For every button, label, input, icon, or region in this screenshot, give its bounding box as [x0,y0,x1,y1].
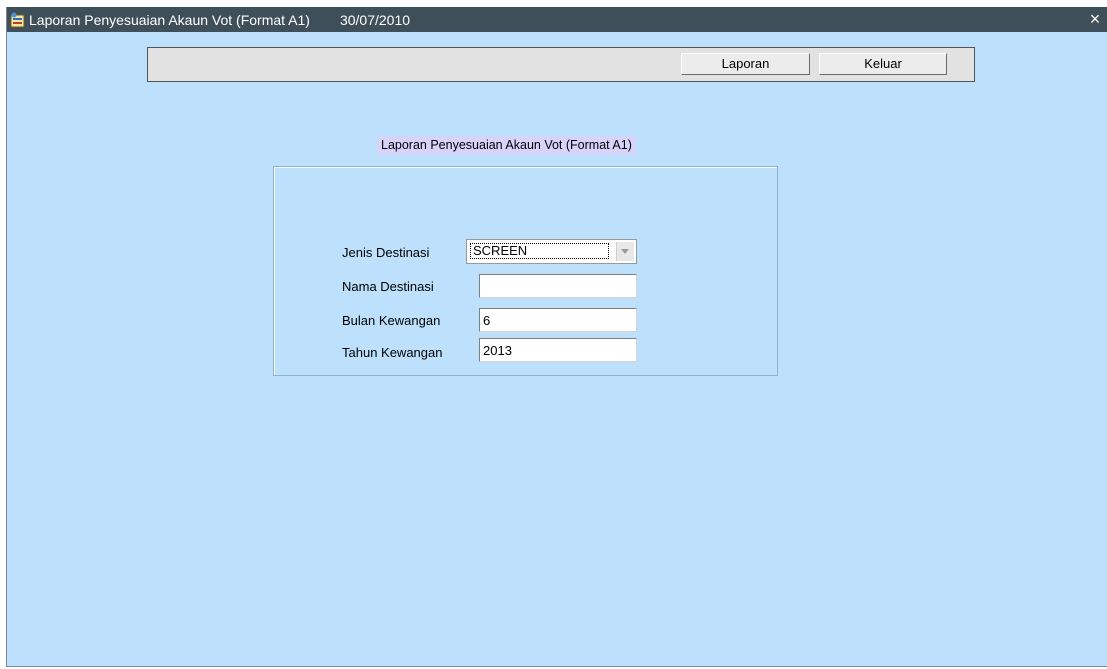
nama-destinasi-label: Nama Destinasi [342,279,434,294]
jenis-destinasi-value: SCREEN [470,243,609,259]
keluar-button[interactable]: Keluar [819,53,947,75]
form-section-title: Laporan Penyesuaian Akaun Vot (Format A1… [377,136,636,155]
title-bar: Laporan Penyesuaian Akaun Vot (Format A1… [7,7,1107,32]
app-form-icon [10,12,26,28]
jenis-destinasi-select[interactable]: SCREEN [466,239,637,264]
window-title: Laporan Penyesuaian Akaun Vot (Format A1… [29,11,310,28]
window-date: 30/07/2010 [339,11,411,28]
bulan-kewangan-field[interactable] [479,308,637,332]
toolbar: Laporan Keluar [147,47,975,82]
form-panel: Jenis Destinasi SCREEN Nama Destinasi Bu… [273,166,778,376]
nama-destinasi-field[interactable] [479,274,637,298]
jenis-destinasi-label: Jenis Destinasi [342,245,430,260]
tahun-kewangan-field[interactable] [479,338,637,362]
tahun-kewangan-label: Tahun Kewangan [342,345,443,360]
laporan-button[interactable]: Laporan [681,53,810,75]
chevron-down-icon[interactable] [616,242,634,261]
report-window: Laporan Penyesuaian Akaun Vot (Format A1… [6,7,1107,667]
close-icon[interactable]: × [1085,9,1105,29]
bulan-kewangan-label: Bulan Kewangan [342,313,441,328]
